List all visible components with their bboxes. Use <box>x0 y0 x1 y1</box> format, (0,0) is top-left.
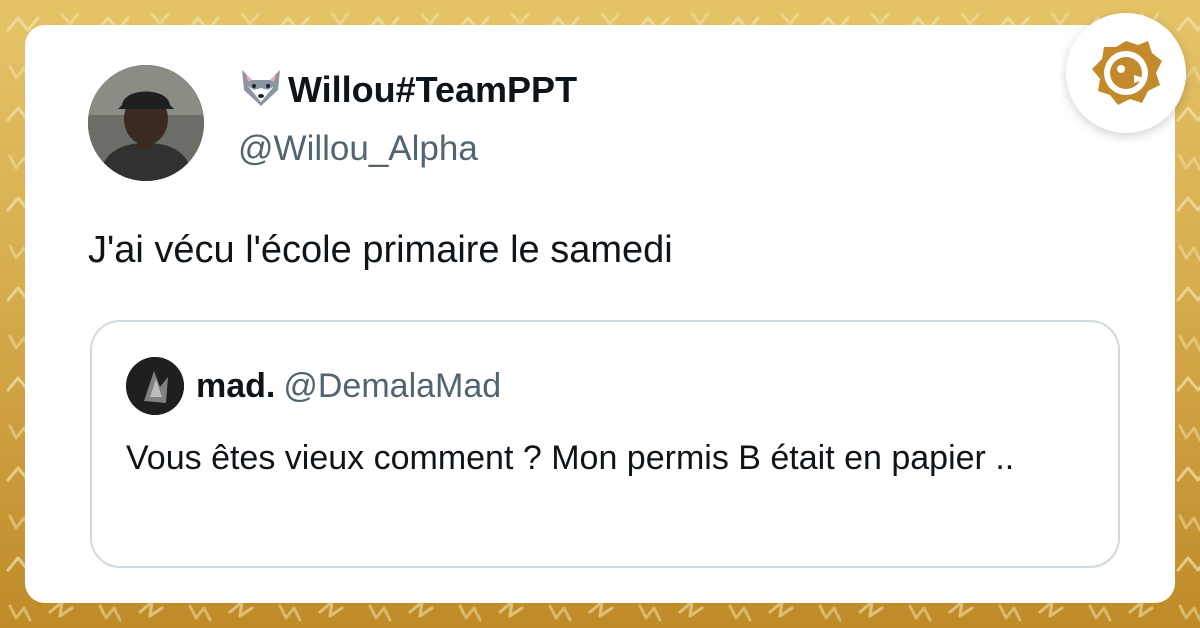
brand-logo-icon <box>1092 41 1162 105</box>
brand-badge <box>1066 13 1186 133</box>
wolf-icon <box>242 70 280 106</box>
quoted-avatar-photo <box>126 357 184 415</box>
quoted-header: mad. @DemalaMad <box>196 364 501 408</box>
quoted-handle[interactable]: @DemalaMad <box>283 367 501 405</box>
user-handle[interactable]: @Willou_Alpha <box>238 126 478 172</box>
display-name-text: Willou#TeamPPT <box>288 69 578 110</box>
display-name[interactable]: Willou#TeamPPT <box>238 66 577 114</box>
quoted-text: Vous êtes vieux comment ? Mon permis B é… <box>126 439 1015 477</box>
tweet-text: J'ai vécu l'école primaire le samedi <box>88 229 673 271</box>
quoted-tweet[interactable]: mad. @DemalaMad Vous êtes vieux comment ?… <box>90 320 1120 568</box>
avatar[interactable] <box>88 65 204 181</box>
quoted-avatar[interactable] <box>126 357 184 415</box>
quoted-display-name[interactable]: mad. <box>196 367 275 405</box>
avatar-photo <box>88 65 204 181</box>
